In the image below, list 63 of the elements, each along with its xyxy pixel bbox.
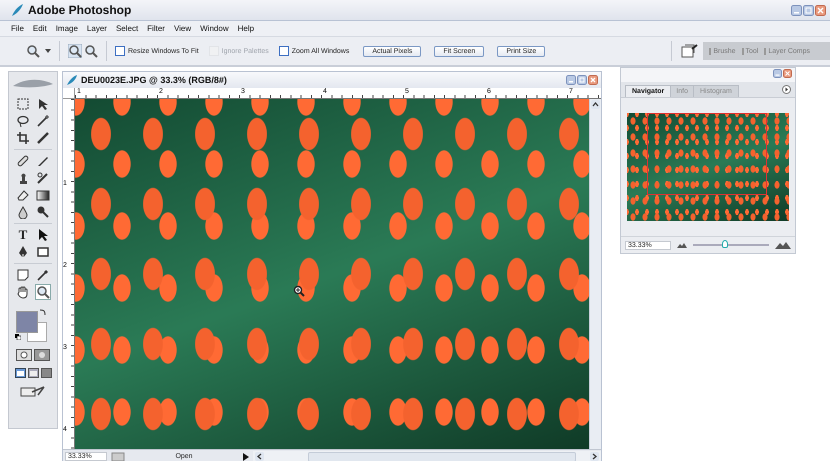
close-icon[interactable] xyxy=(815,4,826,16)
panel-menu-icon[interactable] xyxy=(782,85,791,94)
eraser-tool-icon[interactable] xyxy=(16,188,30,202)
rectangle-tool-icon[interactable] xyxy=(36,245,50,259)
window-mode-icon[interactable] xyxy=(40,368,52,378)
jump-app-icon[interactable] xyxy=(20,385,46,397)
window-mode-icon[interactable] xyxy=(28,368,38,378)
gradient-tool-icon[interactable] xyxy=(36,188,50,202)
dodge-tool-icon[interactable] xyxy=(36,205,50,219)
close-icon[interactable] xyxy=(588,75,598,85)
menu-item[interactable]: View xyxy=(174,24,192,33)
vertical-scrollbar[interactable] xyxy=(589,99,601,449)
window-title: Adobe Photoshop xyxy=(28,3,132,17)
zoom-in-icon[interactable] xyxy=(68,44,82,58)
pen-tool-icon[interactable] xyxy=(16,245,30,259)
scroll-up-icon[interactable] xyxy=(591,100,600,109)
arrow-tool-icon[interactable] xyxy=(36,97,50,111)
zoom-cursor-icon xyxy=(293,285,305,297)
scroll-right-icon[interactable] xyxy=(590,452,599,461)
status-menu-arrow-icon[interactable] xyxy=(243,452,249,460)
close-icon[interactable] xyxy=(783,69,792,78)
restore-icon[interactable] xyxy=(577,75,587,85)
slider-thumb[interactable] xyxy=(722,240,728,248)
arrow-tool-icon[interactable] xyxy=(36,228,50,242)
color-swatches[interactable] xyxy=(16,311,46,341)
zoom-in-mountain-icon[interactable] xyxy=(775,241,791,249)
default-colors-icon[interactable] xyxy=(15,334,21,340)
zoom-tool-icon[interactable] xyxy=(36,285,50,299)
view-rectangle[interactable] xyxy=(647,113,767,195)
standard-mode-icon[interactable] xyxy=(16,349,32,361)
hand-tool-icon[interactable] xyxy=(16,285,30,299)
quick-mask-icon[interactable] xyxy=(34,349,50,361)
zoom-out-mountain-icon[interactable] xyxy=(677,242,687,248)
zoom-tool-icon[interactable] xyxy=(26,44,40,58)
horizontal-scrollbar[interactable] xyxy=(253,451,601,461)
scroll-thumb[interactable] xyxy=(308,452,576,461)
menu-item[interactable]: Layer xyxy=(86,24,107,33)
scroll-left-icon[interactable] xyxy=(255,452,264,461)
wand-tool-icon[interactable] xyxy=(36,114,50,128)
menu-item[interactable]: Help xyxy=(238,24,254,33)
type-tool[interactable]: T xyxy=(18,228,28,242)
document-title: DEU0023E.JPG @ 33.3% (RGB/8#) xyxy=(81,75,227,85)
zoom-out-icon[interactable] xyxy=(84,44,98,58)
minimize-icon[interactable] xyxy=(773,69,782,78)
window-mode-icon[interactable] xyxy=(14,368,26,378)
minimize-icon[interactable] xyxy=(566,75,576,85)
eyedropper-tool-icon[interactable] xyxy=(36,268,50,282)
restore-icon[interactable] xyxy=(803,4,814,16)
marquee-tool-icon[interactable] xyxy=(16,97,30,111)
minimize-icon[interactable] xyxy=(791,4,802,16)
menu-item[interactable]: Image xyxy=(56,24,78,33)
note-tool-icon[interactable] xyxy=(16,268,30,282)
palette-browser-icon[interactable] xyxy=(680,43,698,59)
menu-item[interactable]: Filter xyxy=(147,24,165,33)
crop-tool-icon[interactable] xyxy=(16,131,30,145)
menu-item[interactable]: Edit xyxy=(32,24,47,33)
dropdown-arrow-icon[interactable] xyxy=(45,49,51,53)
lasso-tool-icon[interactable] xyxy=(16,114,30,128)
menu-item[interactable]: Window xyxy=(200,24,229,33)
menu-item[interactable]: File xyxy=(11,24,24,33)
drop-tool-icon[interactable] xyxy=(16,205,30,219)
page-icon[interactable] xyxy=(111,452,125,461)
menu-item[interactable]: Select xyxy=(116,24,138,33)
